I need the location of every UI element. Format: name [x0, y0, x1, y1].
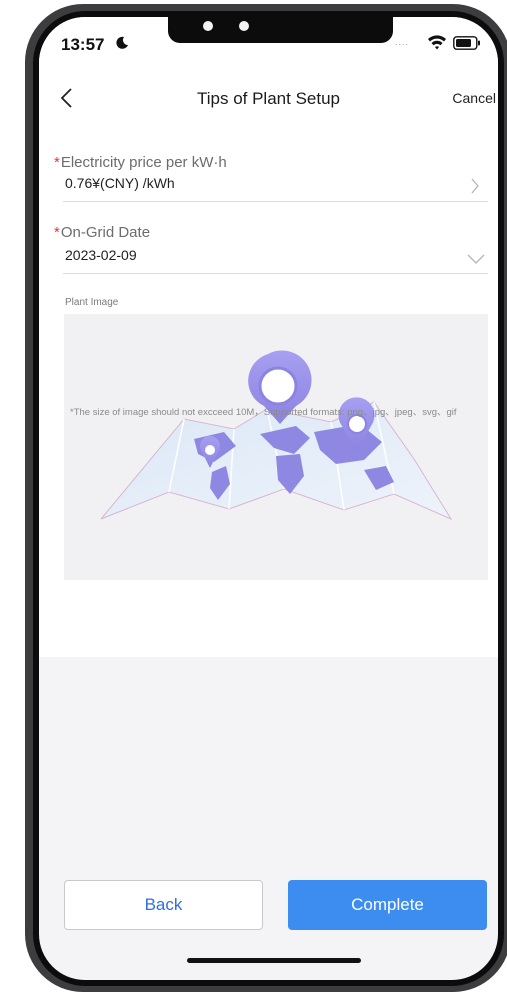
plant-setup-form: *Electricity price per kW·h 0.76¥(CNY) /…: [39, 124, 498, 657]
chevron-down-icon[interactable]: [467, 254, 485, 264]
image-format-hint: *The size of image should not excceed 10…: [70, 407, 457, 418]
complete-button[interactable]: Complete: [288, 880, 487, 930]
plant-image-upload[interactable]: [64, 314, 488, 580]
date-field-label: *On-Grid Date: [54, 224, 150, 241]
moon-icon: [116, 36, 128, 49]
required-mark: *: [54, 224, 60, 241]
home-indicator: [187, 958, 361, 963]
camera-dot: [203, 21, 213, 31]
header: 13:57 .... Tips of Plant Setup Cancel: [39, 17, 498, 124]
cancel-button[interactable]: Cancel: [452, 90, 496, 106]
date-label-text: On-Grid Date: [60, 224, 151, 241]
required-mark: *: [54, 154, 60, 171]
battery-icon: [453, 36, 480, 50]
price-underline: [63, 201, 488, 202]
map-pin-illustration: [100, 350, 453, 521]
sensor-dot: [239, 21, 249, 31]
status-time: 13:57: [61, 35, 105, 54]
signal-icon: ....: [395, 37, 410, 47]
app-screen: 13:57 .... Tips of Plant Setup Cancel *E…: [39, 17, 498, 980]
camera-notch: [168, 17, 393, 43]
date-underline: [63, 273, 488, 274]
on-grid-date-value[interactable]: 2023-02-09: [65, 247, 137, 263]
page-title: Tips of Plant Setup: [196, 89, 340, 108]
plant-image-label: Plant Image: [65, 297, 119, 308]
wifi-icon: [428, 35, 446, 50]
chevron-right-icon[interactable]: [470, 178, 480, 194]
price-label-text: Electricity price per kW·h: [60, 154, 227, 171]
price-value[interactable]: 0.76¥(CNY) /kWh: [65, 175, 175, 191]
back-button[interactable]: Back: [64, 880, 263, 930]
price-field-label: *Electricity price per kW·h: [54, 154, 227, 171]
